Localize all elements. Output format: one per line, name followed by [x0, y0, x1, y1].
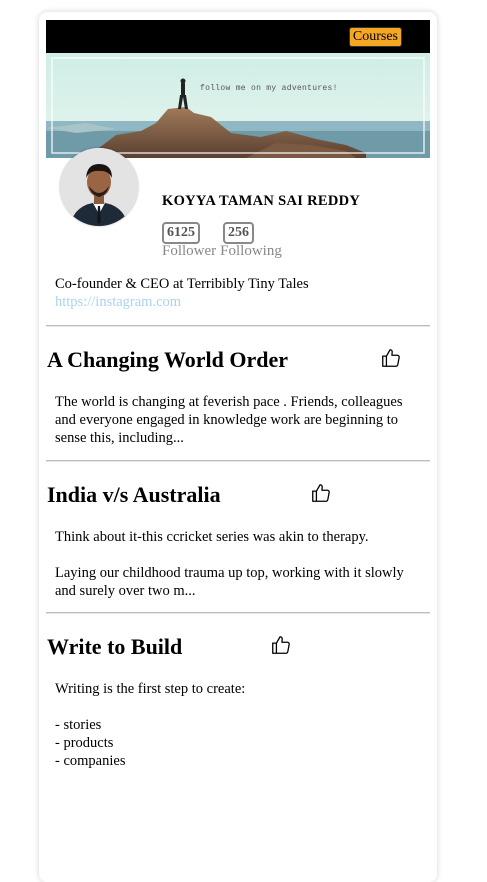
- thumbs-up-icon[interactable]: [380, 347, 402, 369]
- following-count[interactable]: 256: [223, 222, 254, 244]
- profile-bio: Co-founder & CEO at Terribibly Tiny Tale…: [55, 276, 309, 292]
- stat-labels: Follower Following: [162, 243, 282, 260]
- profile-link[interactable]: https://instagram.com: [55, 294, 181, 311]
- post-line: - companies: [55, 753, 126, 769]
- top-bar: Courses: [46, 20, 430, 53]
- follower-label: Follower: [162, 243, 217, 259]
- divider: [46, 460, 430, 462]
- banner-image: [46, 53, 430, 158]
- thumbs-up-icon[interactable]: [310, 482, 332, 504]
- post-line: Laying our childhood trauma up top, work…: [55, 565, 404, 581]
- banner-caption: follow me on my adventures!: [200, 84, 338, 93]
- post-excerpt: The world is changing at feverish pace .…: [55, 393, 430, 447]
- post-excerpt: Think about it-this ccricket series was …: [55, 528, 430, 600]
- thumbs-up-icon[interactable]: [270, 634, 292, 656]
- following-label: Following: [220, 243, 282, 259]
- post-title[interactable]: Write to Build: [47, 634, 182, 660]
- post-title[interactable]: India v/s Australia: [47, 482, 221, 508]
- post-line: and everyone engaged in knowledge work a…: [55, 412, 399, 428]
- cover-banner: follow me on my adventures!: [46, 53, 430, 158]
- avatar[interactable]: [60, 148, 138, 226]
- post-line: Writing is the first step to create:: [55, 681, 246, 697]
- courses-button[interactable]: Courses: [348, 27, 402, 47]
- profile-photo: [60, 148, 138, 226]
- post-line: sense this, including...: [55, 430, 184, 446]
- post-title[interactable]: A Changing World Order: [47, 347, 288, 373]
- post-line: and surely over two m...: [55, 583, 196, 599]
- divider: [46, 612, 430, 614]
- post-line: - products: [55, 735, 114, 751]
- profile-name: KOYYA TAMAN SAI REDDY: [162, 193, 361, 209]
- post-line: - stories: [55, 717, 102, 733]
- post-line: Think about it-this ccricket series was …: [55, 529, 369, 545]
- follower-count[interactable]: 6125: [162, 222, 200, 244]
- post-excerpt: Writing is the first step to create: - s…: [55, 680, 430, 770]
- post-line: The world is changing at feverish pace .…: [55, 394, 403, 410]
- divider: [46, 325, 430, 327]
